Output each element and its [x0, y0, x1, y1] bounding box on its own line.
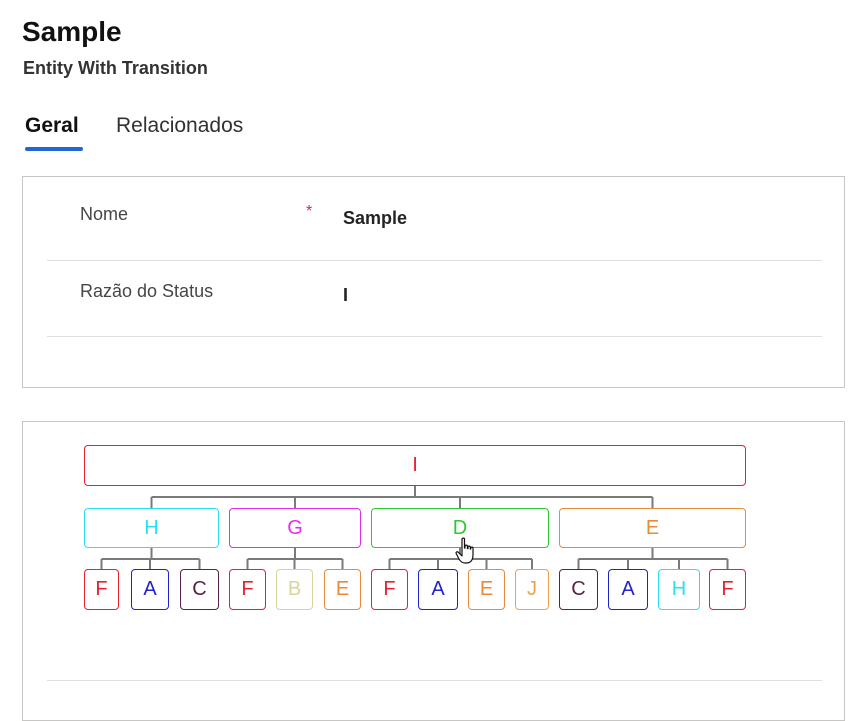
- tree-node-leaf[interactable]: A: [131, 569, 169, 610]
- field-divider: [47, 260, 822, 261]
- tab-relacionados[interactable]: Relacionados: [116, 114, 243, 138]
- tree-node-leaf[interactable]: C: [180, 569, 219, 610]
- tree-node-root[interactable]: I: [84, 445, 746, 486]
- tree-node-leaf[interactable]: F: [371, 569, 408, 610]
- tree-node-group[interactable]: G: [229, 508, 361, 548]
- field-label-status-reason: Razão do Status: [80, 281, 214, 301]
- tree-node-leaf[interactable]: B: [276, 569, 313, 610]
- tab-active-indicator: [25, 147, 83, 151]
- tree-node-leaf[interactable]: F: [709, 569, 746, 610]
- tree-node-leaf[interactable]: C: [559, 569, 598, 610]
- page-subtitle: Entity With Transition: [23, 58, 208, 78]
- tree-node-leaf[interactable]: H: [658, 569, 700, 610]
- tree-node-leaf[interactable]: F: [229, 569, 266, 610]
- tab-geral[interactable]: Geral: [25, 114, 79, 138]
- field-value-nome[interactable]: Sample: [343, 208, 407, 229]
- required-indicator: *: [306, 203, 313, 220]
- tree-node-leaf[interactable]: F: [84, 569, 119, 610]
- tree-node-group[interactable]: H: [84, 508, 219, 548]
- tree-node-leaf[interactable]: A: [608, 569, 648, 610]
- field-divider: [47, 336, 822, 337]
- general-section-card: Nome * Sample Razão do Status I: [22, 176, 845, 388]
- hand-pointer-cursor-icon: [455, 537, 474, 564]
- tree-node-leaf[interactable]: E: [324, 569, 361, 610]
- tree-node-group[interactable]: E: [559, 508, 746, 548]
- card-bottom-divider: [47, 680, 822, 681]
- tree-node-leaf[interactable]: J: [515, 569, 549, 610]
- page-title: Sample: [22, 16, 122, 47]
- field-label-nome: Nome: [80, 204, 129, 224]
- tree-node-leaf[interactable]: E: [468, 569, 505, 610]
- tree-node-leaf[interactable]: A: [418, 569, 458, 610]
- field-value-status-reason[interactable]: I: [343, 285, 348, 306]
